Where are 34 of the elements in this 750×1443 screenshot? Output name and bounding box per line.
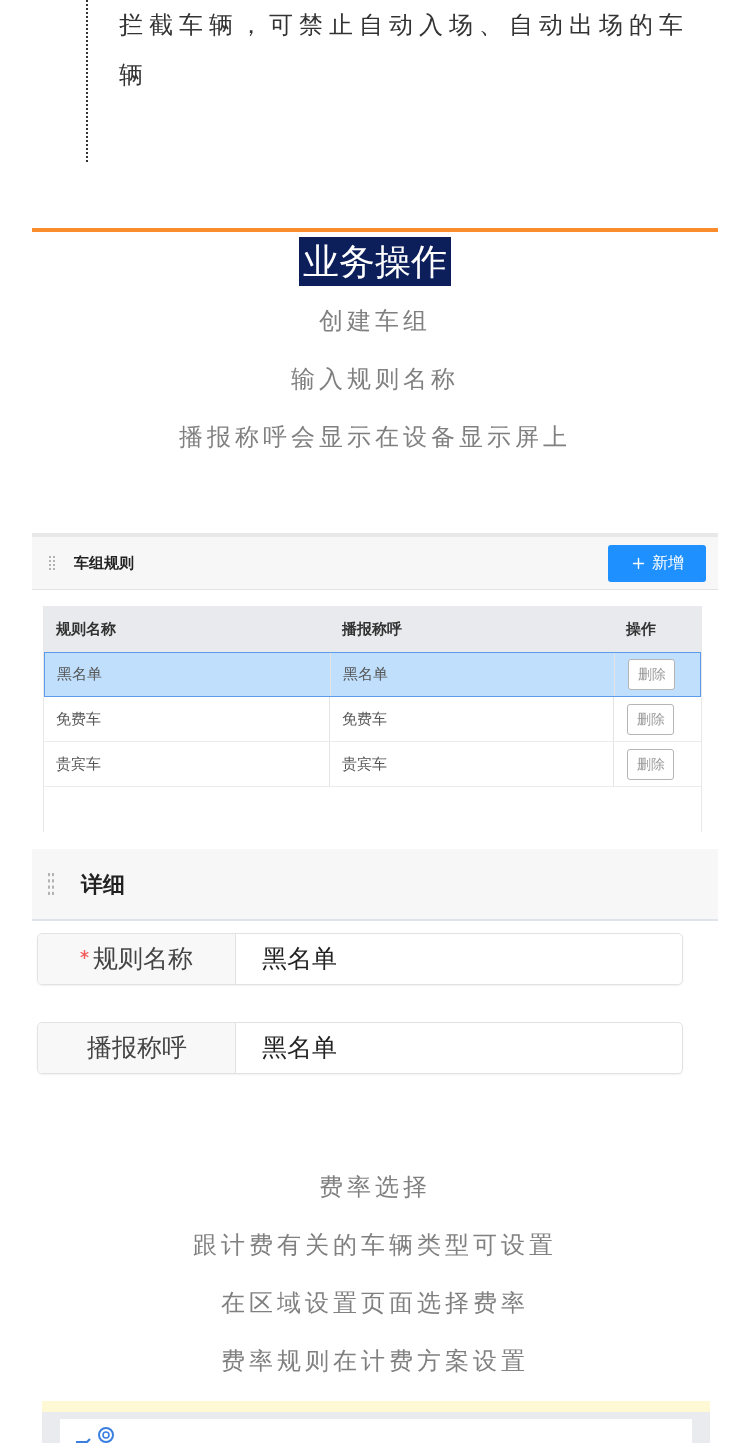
table-cell: 免费车 [44, 697, 330, 741]
caption-text: 创建车组 [319, 306, 431, 337]
panel-title: 车组规则 [74, 552, 134, 574]
input-field[interactable]: 黑名单 [236, 1023, 682, 1073]
caption-text: 在区域设置页面选择费率 [221, 1288, 529, 1319]
column-header: 规则名称 [55, 618, 117, 640]
caption-text: 跟计费有关的车辆类型可设置 [193, 1230, 557, 1261]
table-cell: 贵宾车 [330, 742, 614, 786]
note-text: 拦截车辆，可禁止自动入场、自动出场的车辆 [119, 10, 690, 91]
input-field[interactable]: 黑名单 [236, 934, 682, 984]
delete-button[interactable]: 删除 [627, 748, 674, 780]
caption-text: 费率规则在计费方案设置 [221, 1346, 529, 1377]
drag-handle-icon [49, 556, 55, 570]
field-label: 规则名称 [93, 943, 193, 976]
table-cell: 免费车 [330, 697, 614, 741]
field-label: 播报称呼 [86, 1032, 187, 1065]
panel-title: 详细 [81, 870, 125, 899]
table-row[interactable]: 贵宾车 贵宾车 删除 [44, 742, 701, 787]
add-button[interactable]: 新增 [608, 544, 706, 582]
delete-button[interactable]: 删除 [628, 659, 675, 690]
table-row[interactable]: 免费车 免费车 删除 [44, 697, 701, 742]
column-header: 播报称呼 [341, 618, 403, 640]
table-cell: 黑名单 [331, 653, 615, 696]
caption-text: 播报称呼会显示在设备显示屏上 [179, 422, 571, 453]
section-title: 业务操作 [299, 237, 451, 286]
table-cell: 黑名单 [45, 653, 331, 696]
caption-text: 费率选择 [319, 1172, 431, 1203]
drag-handle-icon [48, 873, 54, 895]
delete-button[interactable]: 删除 [627, 703, 674, 735]
table-row[interactable]: 黑名单 黑名单 删除 [44, 652, 701, 697]
location-pin-icon [75, 1427, 117, 1443]
column-header: 操作 [625, 618, 657, 640]
table-cell: 贵宾车 [44, 742, 330, 786]
caption-text: 输入规则名称 [291, 364, 459, 395]
